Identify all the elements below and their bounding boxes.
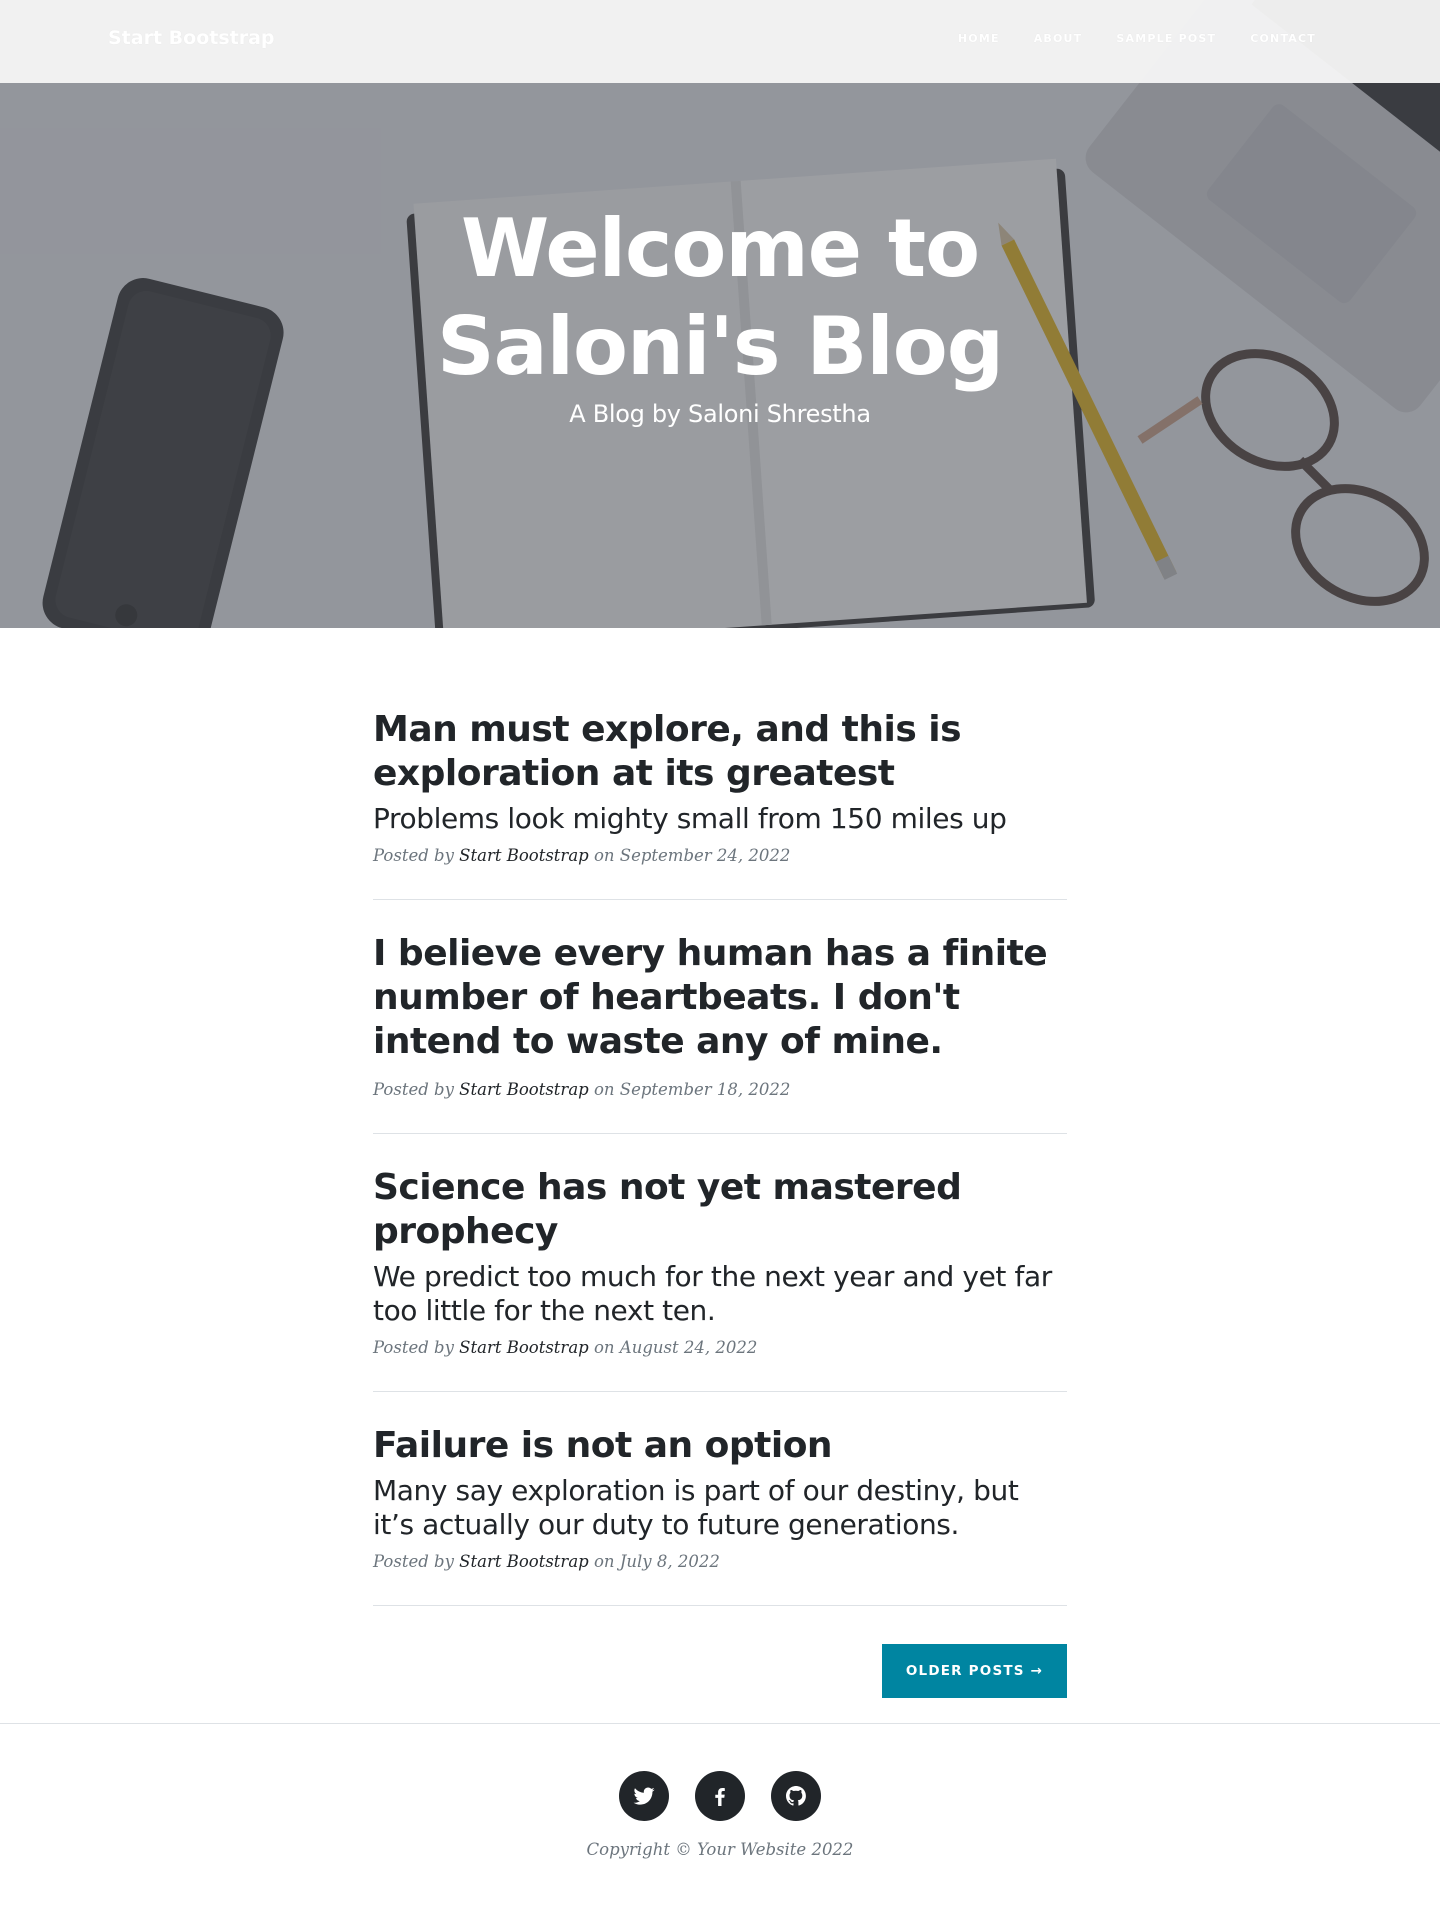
post-meta-prefix: Posted by: [373, 1552, 454, 1571]
nav-links: Home About Sample Post Contact: [958, 32, 1316, 45]
post-author-link[interactable]: Start Bootstrap: [459, 1080, 589, 1099]
post-date: on September 18, 2022: [593, 1080, 791, 1099]
pager: Older Posts →: [882, 1644, 1067, 1698]
post-date: on July 8, 2022: [593, 1552, 720, 1571]
nav-link-sample-post[interactable]: Sample Post: [1116, 32, 1216, 45]
post-date: on September 24, 2022: [593, 846, 791, 865]
footer: Copyright © Your Website 2022: [0, 1723, 1440, 1912]
twitter-button[interactable]: [619, 1771, 669, 1821]
older-posts-button[interactable]: Older Posts →: [882, 1644, 1067, 1698]
post-preview: Man must explore, and this is exploratio…: [373, 708, 1067, 900]
nav-link-about[interactable]: About: [1034, 32, 1083, 45]
post-preview: I believe every human has a finite numbe…: [373, 932, 1067, 1134]
nav-link-home[interactable]: Home: [958, 32, 1000, 45]
social-links: [619, 1771, 821, 1821]
twitter-icon: [633, 1787, 655, 1805]
hero-title: Welcome to Saloni's Blog: [437, 202, 1004, 393]
post-list: Man must explore, and this is exploratio…: [373, 708, 1067, 1638]
post-author-link[interactable]: Start Bootstrap: [459, 846, 589, 865]
copyright: Copyright © Your Website 2022: [586, 1840, 854, 1859]
post-title[interactable]: Failure is not an option: [373, 1424, 1067, 1468]
github-button[interactable]: [771, 1771, 821, 1821]
post-subtitle[interactable]: Many say exploration is part of our dest…: [373, 1474, 1067, 1542]
masthead: Welcome to Saloni's Blog A Blog by Salon…: [0, 0, 1440, 628]
post-preview: Science has not yet mastered prophecy We…: [373, 1166, 1067, 1392]
post-meta-prefix: Posted by: [373, 846, 454, 865]
post-date: on August 24, 2022: [593, 1338, 758, 1357]
post-meta-prefix: Posted by: [373, 1338, 454, 1357]
post-subtitle[interactable]: We predict too much for the next year an…: [373, 1260, 1067, 1328]
nav-link-contact[interactable]: Contact: [1250, 32, 1316, 45]
facebook-button[interactable]: [695, 1771, 745, 1821]
post-author-link[interactable]: Start Bootstrap: [459, 1552, 589, 1571]
post-title[interactable]: Man must explore, and this is exploratio…: [373, 708, 1067, 796]
github-icon: [786, 1786, 806, 1806]
post-author-link[interactable]: Start Bootstrap: [459, 1338, 589, 1357]
post-subtitle[interactable]: Problems look mighty small from 150 mile…: [373, 802, 1067, 836]
site-heading: Welcome to Saloni's Blog A Blog by Salon…: [0, 200, 1440, 428]
post-meta: Posted by Start Bootstrap on July 8, 202…: [373, 1552, 1067, 1571]
post-meta: Posted by Start Bootstrap on September 1…: [373, 1080, 1067, 1099]
post-title[interactable]: I believe every human has a finite numbe…: [373, 932, 1067, 1064]
post-title[interactable]: Science has not yet mastered prophecy: [373, 1166, 1067, 1254]
post-meta: Posted by Start Bootstrap on September 2…: [373, 846, 1067, 865]
hero-subtitle: A Blog by Saloni Shrestha: [569, 400, 871, 428]
post-meta: Posted by Start Bootstrap on August 24, …: [373, 1338, 1067, 1357]
facebook-icon: [715, 1788, 725, 1806]
post-meta-prefix: Posted by: [373, 1080, 454, 1099]
navbar-brand[interactable]: Start Bootstrap: [108, 27, 275, 49]
navbar: Start Bootstrap Home About Sample Post C…: [0, 0, 1440, 83]
post-preview: Failure is not an option Many say explor…: [373, 1424, 1067, 1606]
